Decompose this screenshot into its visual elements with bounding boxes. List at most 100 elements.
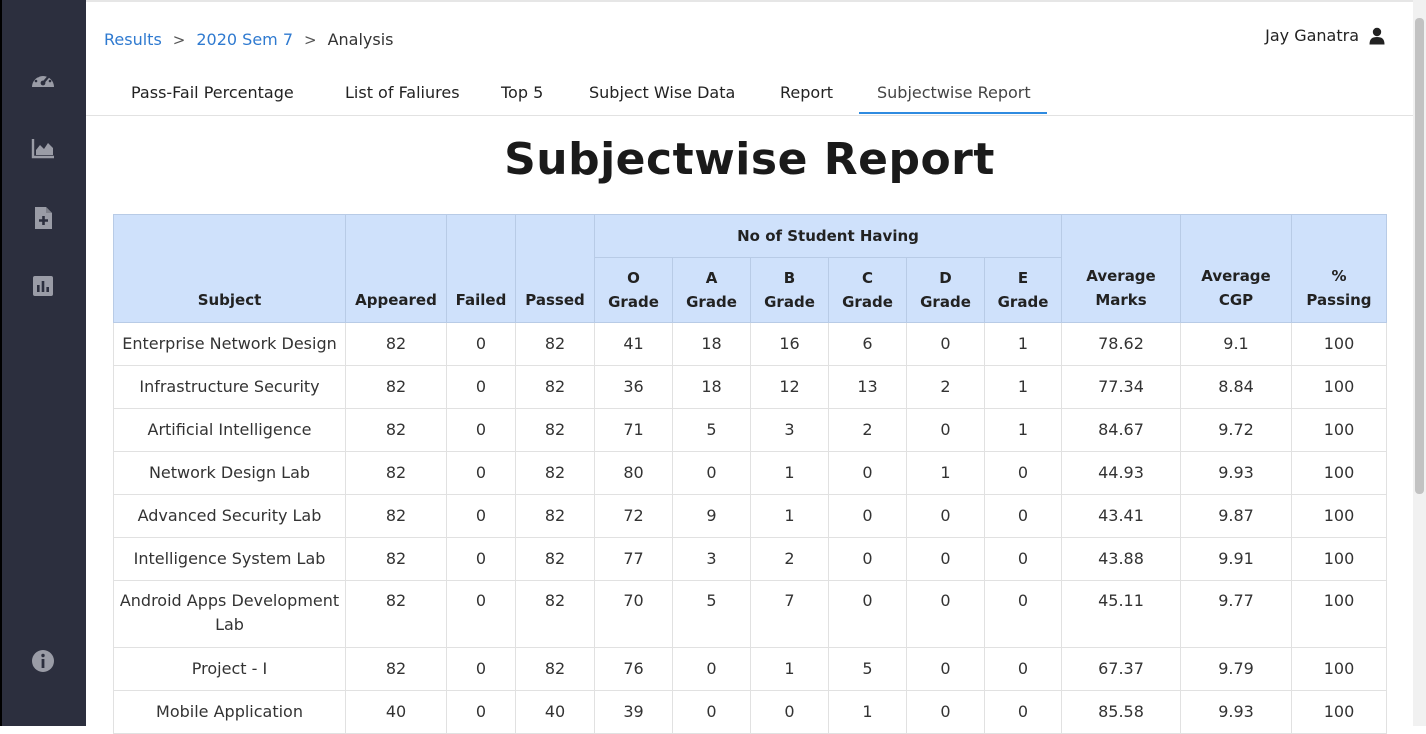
header-o-grade[interactable]: O Grade <box>594 257 673 323</box>
cell-average-cgp: 9.93 <box>1180 690 1292 734</box>
tab-pass-fail-percentage[interactable]: Pass-Fail Percentage <box>131 83 294 102</box>
cell-failed: 0 <box>446 494 516 538</box>
header-b-grade-label: Grade <box>764 293 815 311</box>
header-percent-passing-line2: Passing <box>1306 291 1372 309</box>
user-name: Jay Ganatra <box>1265 26 1359 45</box>
header-e-grade-label: Grade <box>997 293 1049 311</box>
cell-average-marks: 77.34 <box>1061 365 1181 409</box>
cell-a-grade: 18 <box>672 365 751 409</box>
header-d-grade[interactable]: D Grade <box>906 257 985 323</box>
breadcrumb: Results > 2020 Sem 7 > Analysis <box>104 30 394 49</box>
breadcrumb-results[interactable]: Results <box>104 30 162 49</box>
info-icon[interactable] <box>29 647 57 675</box>
area-chart-icon[interactable] <box>29 134 57 162</box>
cell-failed: 0 <box>446 408 516 452</box>
cell-b-grade: 3 <box>750 408 829 452</box>
tab-report[interactable]: Report <box>780 83 833 102</box>
header-percent-passing[interactable]: % Passing <box>1291 214 1387 323</box>
cell-appeared: 82 <box>345 580 447 648</box>
tab-list-of-failures[interactable]: List of Faliures <box>345 83 460 102</box>
header-d-grade-letter: D <box>939 269 952 287</box>
cell-b-grade: 2 <box>750 537 829 581</box>
cell-a-grade: 0 <box>672 647 751 691</box>
header-c-grade[interactable]: C Grade <box>828 257 907 323</box>
header-no-of-student-having: No of Student Having <box>594 214 1062 258</box>
header-b-grade-letter: B <box>783 269 796 287</box>
cell-e-grade: 0 <box>984 494 1062 538</box>
subjectwise-report-table: Subject Appeared Failed Passed No of Stu… <box>113 214 1387 734</box>
speedometer-icon[interactable] <box>29 66 57 94</box>
header-b-grade[interactable]: B Grade <box>750 257 829 323</box>
header-average-cgp[interactable]: Average CGP <box>1180 214 1292 323</box>
cell-average-marks: 44.93 <box>1061 451 1181 495</box>
scrollbar-thumb[interactable] <box>1415 18 1424 494</box>
cell-average-cgp: 9.91 <box>1180 537 1292 581</box>
cell-failed: 0 <box>446 647 516 691</box>
cell-b-grade: 0 <box>750 690 829 734</box>
table-row: Enterprise Network Design 82 0 82 41 18 … <box>113 322 1387 366</box>
header-e-grade-letter: E <box>1017 269 1029 287</box>
cell-appeared: 82 <box>345 408 447 452</box>
cell-passed: 82 <box>515 451 595 495</box>
header-subject[interactable]: Subject <box>113 214 346 323</box>
breadcrumb-semester[interactable]: 2020 Sem 7 <box>196 30 293 49</box>
cell-average-marks: 84.67 <box>1061 408 1181 452</box>
cell-percent-passing: 100 <box>1291 690 1387 734</box>
info-icon-glyph <box>32 650 54 672</box>
table-body: Enterprise Network Design 82 0 82 41 18 … <box>113 322 1387 734</box>
header-failed[interactable]: Failed <box>446 214 516 323</box>
header-o-grade-label: Grade <box>608 293 659 311</box>
cell-d-grade: 0 <box>906 647 985 691</box>
table-row: Intelligence System Lab 82 0 82 77 3 2 0… <box>113 537 1387 581</box>
cell-a-grade: 9 <box>672 494 751 538</box>
cell-o-grade: 39 <box>594 690 673 734</box>
cell-o-grade: 41 <box>594 322 673 366</box>
file-add-icon[interactable] <box>29 204 57 232</box>
header-a-grade[interactable]: A Grade <box>672 257 751 323</box>
user-menu[interactable]: Jay Ganatra <box>1265 26 1385 45</box>
header-passed[interactable]: Passed <box>515 214 595 323</box>
cell-e-grade: 0 <box>984 580 1062 648</box>
bar-chart-icon[interactable] <box>29 272 57 300</box>
cell-a-grade: 0 <box>672 690 751 734</box>
table-row: Android Apps Development Lab 82 0 82 70 … <box>113 580 1387 648</box>
speedometer-icon-glyph <box>32 72 54 87</box>
cell-passed: 82 <box>515 647 595 691</box>
cell-failed: 0 <box>446 451 516 495</box>
cell-c-grade: 13 <box>828 365 907 409</box>
cell-subject: Infrastructure Security <box>113 365 346 409</box>
cell-average-cgp: 8.84 <box>1180 365 1292 409</box>
cell-passed: 40 <box>515 690 595 734</box>
cell-c-grade: 2 <box>828 408 907 452</box>
cell-d-grade: 0 <box>906 322 985 366</box>
header-e-grade[interactable]: E Grade <box>984 257 1062 323</box>
tab-top-5[interactable]: Top 5 <box>501 83 543 102</box>
cell-passed: 82 <box>515 580 595 648</box>
cell-a-grade: 5 <box>672 580 751 648</box>
cell-appeared: 82 <box>345 494 447 538</box>
vertical-scrollbar[interactable] <box>1413 0 1426 726</box>
header-o-grade-letter: O <box>627 269 640 287</box>
cell-failed: 0 <box>446 690 516 734</box>
tab-subject-wise-data[interactable]: Subject Wise Data <box>589 83 735 102</box>
cell-average-cgp: 9.1 <box>1180 322 1292 366</box>
header-average-marks[interactable]: Average Marks <box>1061 214 1181 323</box>
cell-c-grade: 0 <box>828 494 907 538</box>
cell-b-grade: 16 <box>750 322 829 366</box>
cell-average-cgp: 9.79 <box>1180 647 1292 691</box>
cell-subject: Project - I <box>113 647 346 691</box>
tab-bar: Pass-Fail Percentage List of Faliures To… <box>86 73 1413 116</box>
cell-e-grade: 0 <box>984 451 1062 495</box>
cell-average-marks: 43.88 <box>1061 537 1181 581</box>
cell-c-grade: 0 <box>828 451 907 495</box>
cell-failed: 0 <box>446 322 516 366</box>
cell-average-marks: 45.11 <box>1061 580 1181 648</box>
cell-percent-passing: 100 <box>1291 537 1387 581</box>
tab-subjectwise-report[interactable]: Subjectwise Report <box>877 83 1031 102</box>
header-appeared[interactable]: Appeared <box>345 214 447 323</box>
header-average-cgp-line2: CGP <box>1218 291 1254 309</box>
cell-subject: Network Design Lab <box>113 451 346 495</box>
cell-appeared: 82 <box>345 451 447 495</box>
cell-e-grade: 0 <box>984 690 1062 734</box>
cell-b-grade: 1 <box>750 451 829 495</box>
